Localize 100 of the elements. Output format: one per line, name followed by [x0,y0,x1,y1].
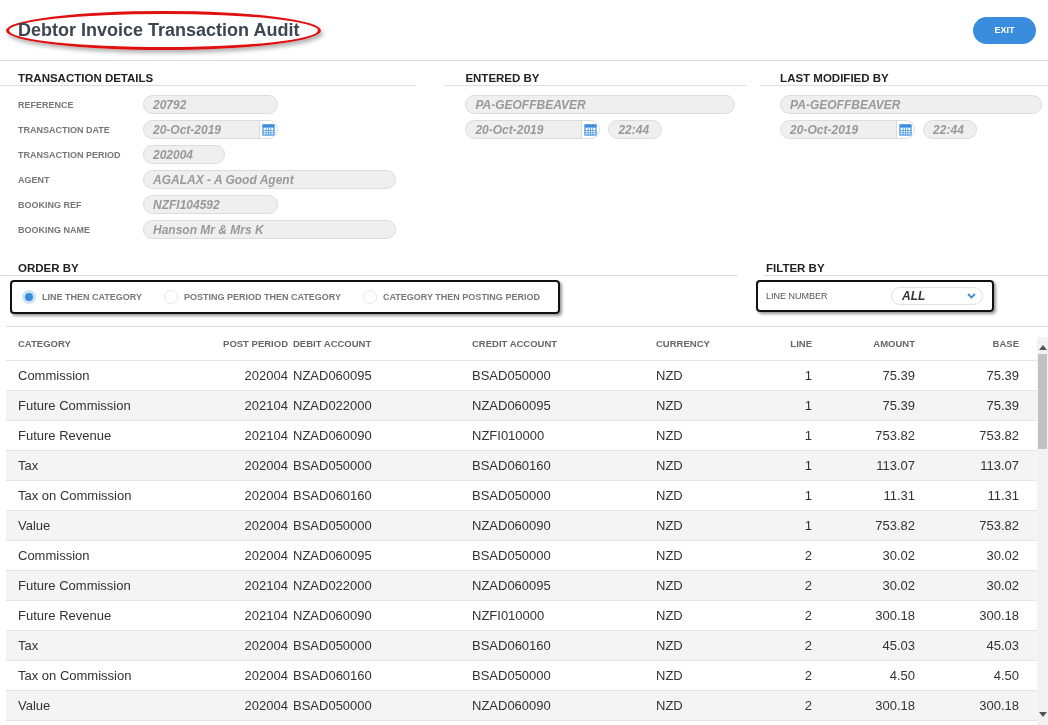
table-cell-text: NZAD060095 [292,368,373,383]
table-cell-text: 202004 [243,698,288,713]
table-cell-text: 202104 [243,608,288,623]
table-cell-text: 202004 [243,548,288,563]
radio-option[interactable]: CATEGORY THEN POSTING PERIOD [363,290,540,304]
input-field[interactable]: PA-GEOFFBEAVER [465,95,736,114]
radio-option[interactable]: POSTING PERIOD THEN CATEGORY [164,290,342,304]
table-cell-text: 113.07 [979,458,1019,473]
table-cell-text: NZAD022000 [292,578,373,593]
field-label: BOOKING REF [18,199,83,210]
table-cell-text: NZD [656,578,684,593]
table-cell-text: Future Revenue [18,428,113,443]
calendar-icon[interactable] [584,123,598,136]
table-cell-text: Tax on Commission [18,668,133,683]
table-cell-text: BSAD060160 [472,458,552,473]
section-heading: TRANSACTION DETAILS [0,61,416,86]
table-cell-text: 75.39 [985,368,1019,383]
table-cell-text: 202004 [243,668,288,683]
table-cell-text: 753.82 [978,518,1019,533]
scrollbar[interactable] [1037,337,1048,725]
section-heading: LAST MODIFIED BY [760,61,1048,86]
table-cell-text: 4.50 [992,668,1019,683]
input-field[interactable]: AGALAX - A Good Agent [143,170,396,189]
time-field[interactable]: 22:44 [608,120,663,139]
table-cell-text: 1 [803,518,812,533]
input-field[interactable]: NZFI104592 [143,195,278,214]
chevron-down-icon [967,293,976,299]
table-cell-text: NZD [656,398,684,413]
table-cell-text: BSAD050000 [292,698,373,713]
time-field[interactable]: 22:44 [923,120,978,139]
field-label: AGENT [18,174,51,185]
date-field[interactable]: 20-Oct-2019 [465,120,601,139]
input-field[interactable]: 202004 [143,145,225,164]
calendar-icon[interactable] [262,123,275,136]
scroll-up-icon[interactable] [1038,345,1047,350]
table-cell-text: BSAD050000 [292,458,373,473]
column-header: AMOUNT [872,338,915,349]
input-field[interactable]: PA-GEOFFBEAVER [780,95,1043,114]
radio-icon[interactable] [22,290,36,304]
table-cell-text: NZD [656,638,684,653]
column-header: POST PERIOD [222,338,288,349]
table-cell-text: BSAD050000 [292,518,373,533]
field-label: TRANSACTION PERIOD [18,149,122,160]
table-cell-text: NZD [656,518,684,533]
table-cell-text: Value [18,698,52,713]
table-cell-text: 75.39 [881,398,915,413]
table-cell-text: NZD [656,698,684,713]
input-field[interactable]: 20792 [143,95,278,114]
field-label: TRANSACTION DATE [18,124,111,135]
page-title: Debtor Invoice Transaction Audit [18,19,300,41]
table-cell-text: 202104 [243,428,288,443]
section-heading: ORDER BY [0,251,738,276]
table-cell-text: 753.82 [874,518,915,533]
table-cell-text: NZD [656,548,684,563]
table-cell-text: 202104 [243,578,288,593]
calendar-icon[interactable] [899,123,913,136]
table-cell-text: BSAD060160 [472,638,552,653]
field-label: BOOKING NAME [18,224,91,235]
table-cell-text: NZD [656,458,684,473]
exit-button[interactable]: EXIT [973,16,1036,44]
scroll-down-icon[interactable] [1038,712,1047,717]
section-heading: FILTER BY [764,251,1048,276]
date-field[interactable]: 20-Oct-2019 [780,120,916,139]
table-cell-text: 1 [803,368,812,383]
table-cell-text: 30.02 [881,578,915,593]
table-cell-text: 45.03 [881,638,915,653]
table-cell-text: 202004 [243,638,288,653]
table-cell-text: 2 [803,608,812,623]
table-cell-text: Tax [18,638,40,653]
table-cell-text: 113.07 [875,458,915,473]
table-cell-text: 1 [803,428,812,443]
table-cell-text: 202004 [243,488,288,503]
table-cell-text: Value [18,518,52,533]
table-cell-text: NZD [656,488,684,503]
table-cell-text: 1 [803,488,812,503]
table-cell-text: 300.18 [978,698,1019,713]
table-cell-text: 753.82 [978,428,1019,443]
table-cell-text: 75.39 [881,368,915,383]
scroll-thumb[interactable] [1038,354,1047,449]
table-cell-text: Future Commission [18,578,132,593]
table-cell-text: 300.18 [978,608,1019,623]
column-header: CATEGORY [18,338,72,349]
field-label: REFERENCE [18,99,75,110]
table-cell-text: NZAD022000 [292,398,373,413]
table-cell-text: 45.03 [985,638,1019,653]
table-cell-text: 753.82 [874,428,915,443]
table-cell-text: 202104 [243,398,288,413]
table-cell-text: 75.39 [985,398,1019,413]
column-header: DEBIT ACCOUNT [292,338,373,349]
column-header: LINE [789,338,812,349]
radio-option[interactable]: LINE THEN CATEGORY [22,290,142,304]
input-field[interactable]: Hanson Mr & Mrs K [143,220,396,239]
table-cell-text: BSAD060160 [292,488,373,503]
date-field[interactable]: 20-Oct-2019 [143,120,278,139]
table-cell-text: 4.50 [888,668,915,683]
table-cell-text: NZAD060095 [292,548,373,563]
table-cell-text: BSAD060160 [292,668,373,683]
table-cell-text: NZD [656,368,684,383]
table-cell-text: NZAD060090 [472,518,552,533]
table-cell-text: 300.18 [874,698,915,713]
